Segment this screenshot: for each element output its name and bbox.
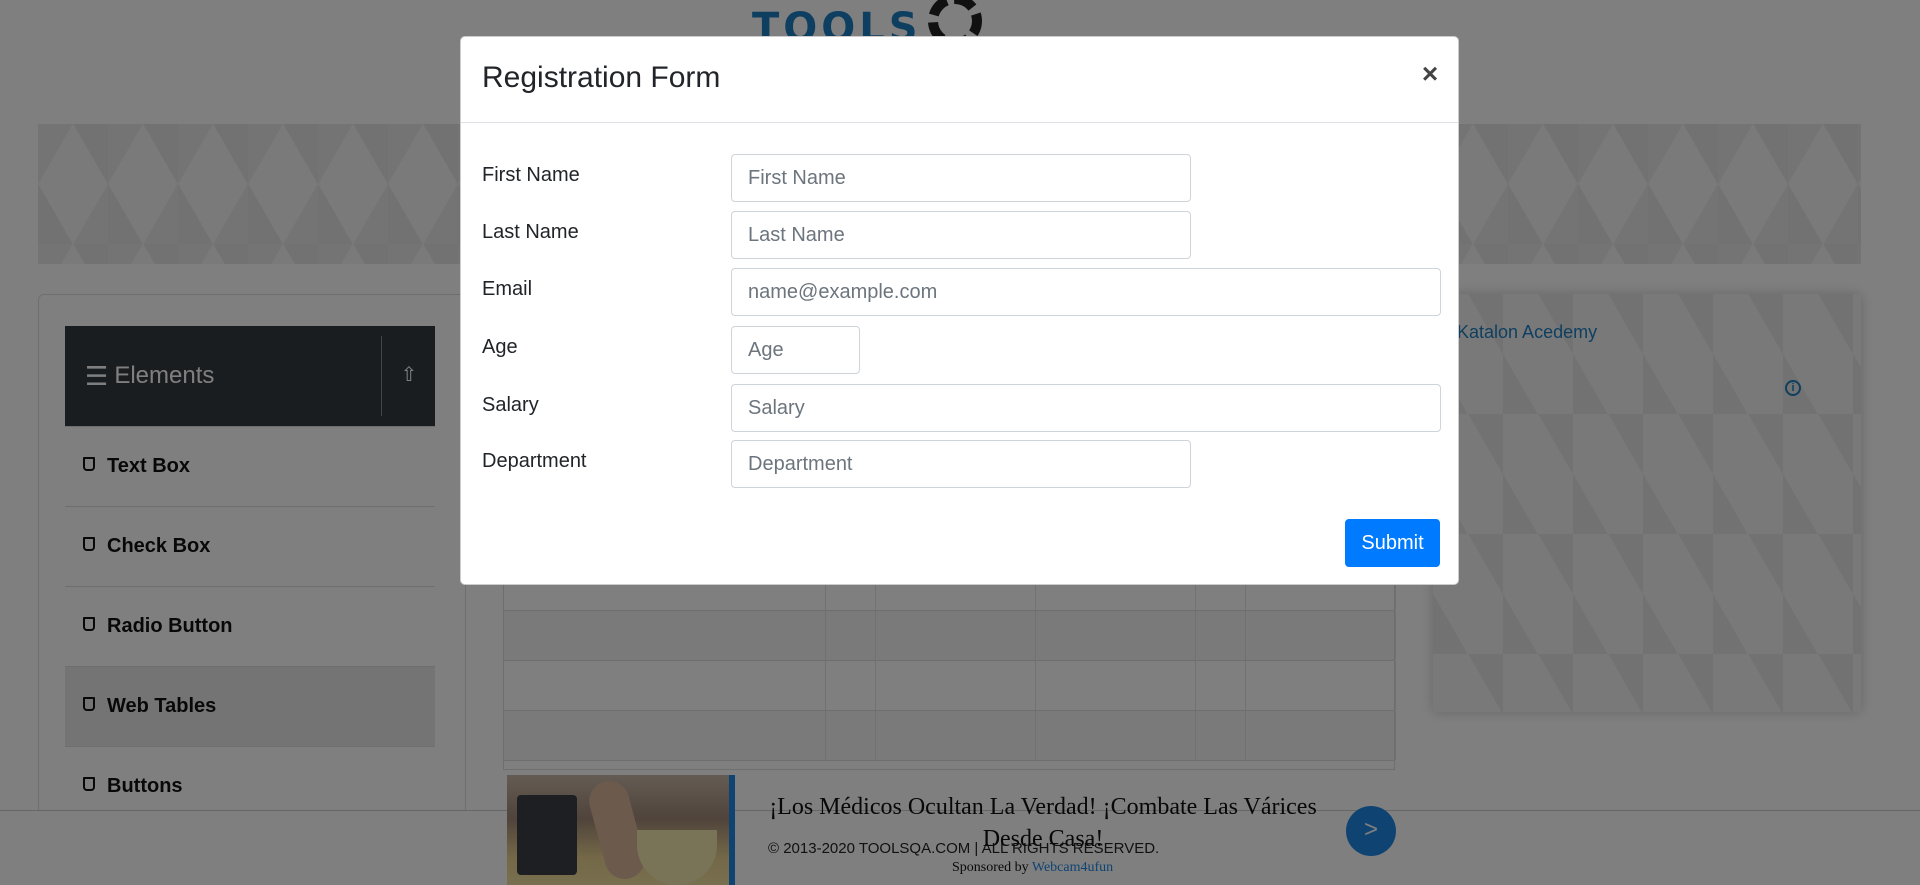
email-input[interactable] [731, 268, 1441, 316]
close-icon[interactable]: × [1417, 59, 1443, 89]
department-input[interactable] [731, 440, 1191, 488]
age-row: Age [482, 326, 1442, 374]
email-row: Email [482, 268, 1442, 316]
modal-header: Registration Form × [461, 37, 1458, 123]
age-label: Age [482, 336, 518, 358]
first-name-input[interactable] [731, 154, 1191, 202]
submit-button[interactable]: Submit [1345, 519, 1440, 567]
salary-label: Salary [482, 394, 539, 416]
salary-input[interactable] [731, 384, 1441, 432]
age-input[interactable] [731, 326, 860, 374]
last-name-label: Last Name [482, 221, 579, 243]
department-label: Department [482, 450, 587, 472]
registration-modal: Registration Form × First Name Last Name… [460, 36, 1459, 585]
department-row: Department [482, 440, 1442, 488]
last-name-input[interactable] [731, 211, 1191, 259]
email-label: Email [482, 278, 533, 300]
first-name-row: First Name [482, 154, 1442, 202]
salary-row: Salary [482, 384, 1442, 432]
modal-title: Registration Form [482, 61, 721, 94]
last-name-row: Last Name [482, 211, 1442, 259]
first-name-label: First Name [482, 164, 580, 186]
